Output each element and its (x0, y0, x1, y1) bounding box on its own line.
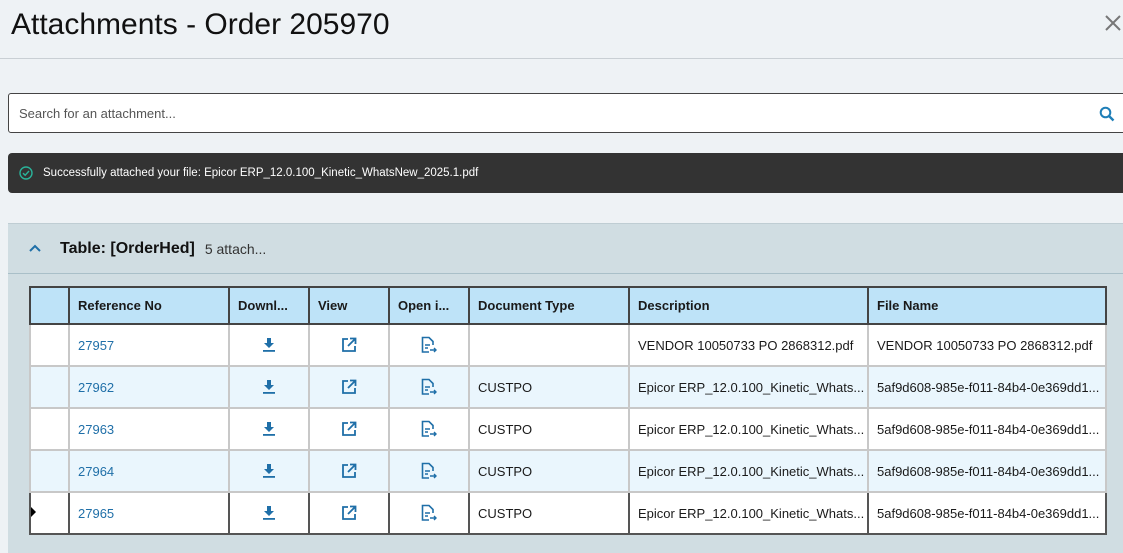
success-toast: Successfully attached your file: Epicor … (8, 153, 1123, 193)
search-icon[interactable] (1099, 105, 1115, 123)
reference-no-link[interactable]: 27957 (78, 338, 114, 353)
search-box (8, 93, 1123, 133)
document-type-cell: CUSTPO (468, 365, 630, 409)
reference-no-link[interactable]: 27965 (78, 506, 114, 521)
table-row[interactable]: 27962 CUSTPO Epicor ERP_12.0.100_Kinetic… (29, 365, 1107, 409)
open-in-cell (388, 449, 470, 493)
download-icon[interactable] (262, 337, 276, 353)
open-in-cell (388, 365, 470, 409)
header-divider (0, 58, 1123, 59)
download-cell (228, 449, 310, 493)
row-selector[interactable] (29, 365, 70, 409)
chevron-up-icon[interactable] (28, 240, 42, 258)
column-header-view[interactable]: View (308, 286, 390, 325)
reference-no-cell: 27963 (68, 407, 230, 451)
open-external-icon[interactable] (341, 379, 357, 395)
reference-no-cell: 27962 (68, 365, 230, 409)
reference-no-cell: 27965 (68, 491, 230, 535)
panel-title: Table: [OrderHed] (60, 239, 195, 257)
panel-header[interactable]: Table: [OrderHed] 5 attach... (8, 224, 1123, 274)
description-cell: Epicor ERP_12.0.100_Kinetic_Whats... (628, 449, 869, 493)
open-document-icon[interactable] (420, 420, 438, 437)
row-selector[interactable] (29, 323, 70, 367)
reference-no-cell: 27957 (68, 323, 230, 367)
close-button[interactable] (1104, 14, 1123, 38)
view-cell (308, 365, 390, 409)
download-cell (228, 323, 310, 367)
open-external-icon[interactable] (341, 505, 357, 521)
description-cell: VENDOR 10050733 PO 2868312.pdf (628, 323, 869, 367)
view-cell (308, 491, 390, 535)
document-type-cell: CUSTPO (468, 449, 630, 493)
column-header-reference-no[interactable]: Reference No (68, 286, 230, 325)
current-row-marker-icon (32, 505, 36, 518)
open-document-icon[interactable] (420, 378, 438, 395)
close-icon (1105, 15, 1121, 31)
open-in-cell (388, 491, 470, 535)
open-in-cell (388, 407, 470, 451)
column-header-open-in[interactable]: Open i... (388, 286, 470, 325)
table-row[interactable]: 27957 VENDOR 10050733 PO 2868312.pdf VEN… (29, 323, 1107, 367)
open-document-icon[interactable] (420, 504, 438, 521)
column-header-file-name[interactable]: File Name (867, 286, 1107, 325)
open-document-icon[interactable] (420, 462, 438, 479)
column-header-selector (29, 286, 70, 325)
file-name-cell: 5af9d608-985e-f011-84b4-0e369dd1... (867, 407, 1107, 451)
view-cell (308, 407, 390, 451)
reference-no-link[interactable]: 27964 (78, 464, 114, 479)
document-type-cell: CUSTPO (468, 491, 630, 535)
column-header-description[interactable]: Description (628, 286, 869, 325)
file-name-cell: 5af9d608-985e-f011-84b4-0e369dd1... (867, 365, 1107, 409)
download-cell (228, 407, 310, 451)
reference-no-cell: 27964 (68, 449, 230, 493)
search-input[interactable] (9, 94, 1069, 132)
reference-no-link[interactable]: 27963 (78, 422, 114, 437)
column-header-document-type[interactable]: Document Type (468, 286, 630, 325)
view-cell (308, 449, 390, 493)
row-selector[interactable] (29, 491, 70, 535)
download-cell (228, 365, 310, 409)
file-name-cell: VENDOR 10050733 PO 2868312.pdf (867, 323, 1107, 367)
attachments-table: Reference No Downl... View Open i... Doc… (29, 286, 1107, 535)
document-type-cell: CUSTPO (468, 407, 630, 451)
file-name-cell: 5af9d608-985e-f011-84b4-0e369dd1... (867, 449, 1107, 493)
row-selector[interactable] (29, 407, 70, 451)
download-icon[interactable] (262, 505, 276, 521)
file-name-cell: 5af9d608-985e-f011-84b4-0e369dd1... (867, 491, 1107, 535)
open-in-cell (388, 323, 470, 367)
view-cell (308, 323, 390, 367)
open-document-icon[interactable] (420, 336, 438, 353)
download-cell (228, 491, 310, 535)
toast-message: Successfully attached your file: Epicor … (43, 167, 479, 179)
document-type-cell (468, 323, 630, 367)
table-row[interactable]: 27963 CUSTPO Epicor ERP_12.0.100_Kinetic… (29, 407, 1107, 451)
description-cell: Epicor ERP_12.0.100_Kinetic_Whats... (628, 491, 869, 535)
attachments-panel: Table: [OrderHed] 5 attach... Reference … (8, 223, 1123, 553)
open-external-icon[interactable] (341, 463, 357, 479)
check-circle-icon (19, 166, 33, 180)
description-cell: Epicor ERP_12.0.100_Kinetic_Whats... (628, 365, 869, 409)
description-cell: Epicor ERP_12.0.100_Kinetic_Whats... (628, 407, 869, 451)
column-header-download[interactable]: Downl... (228, 286, 310, 325)
open-external-icon[interactable] (341, 421, 357, 437)
attachment-count: 5 attach... (204, 240, 267, 257)
download-icon[interactable] (262, 379, 276, 395)
page-title: Attachments - Order 205970 (11, 8, 390, 41)
reference-no-link[interactable]: 27962 (78, 380, 114, 395)
open-external-icon[interactable] (341, 337, 357, 353)
table-header-row: Reference No Downl... View Open i... Doc… (29, 286, 1107, 325)
table-row[interactable]: 27965 CUSTPO Epicor ERP_12.0.100_Kinetic… (29, 491, 1107, 535)
row-selector[interactable] (29, 449, 70, 493)
download-icon[interactable] (262, 463, 276, 479)
table-row[interactable]: 27964 CUSTPO Epicor ERP_12.0.100_Kinetic… (29, 449, 1107, 493)
download-icon[interactable] (262, 421, 276, 437)
